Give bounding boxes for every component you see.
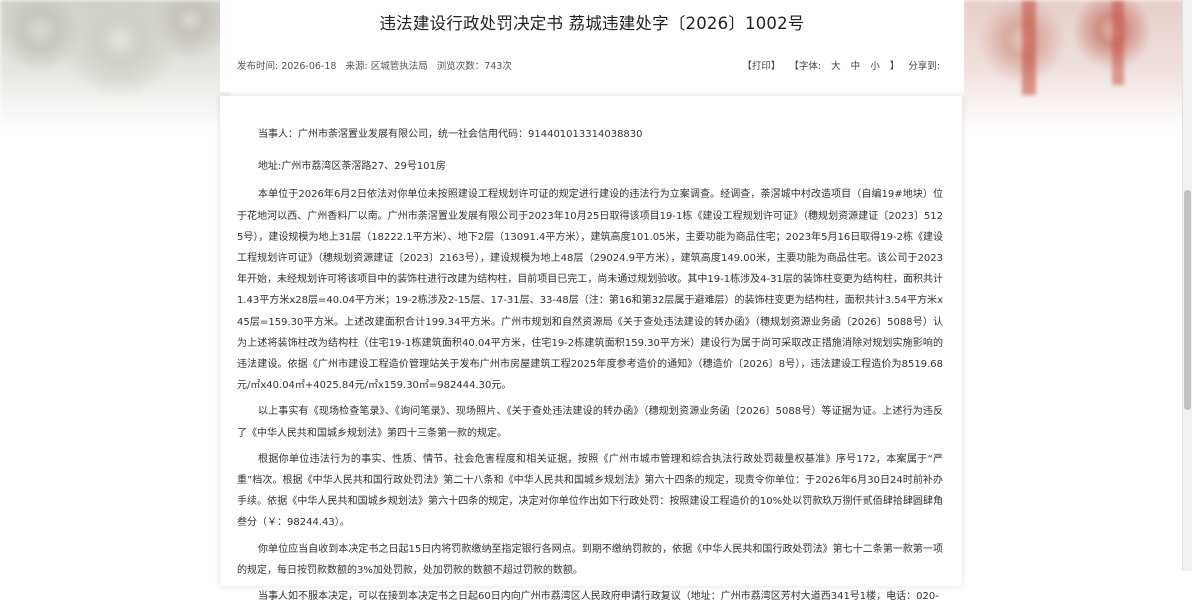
article-meta: 发布时间: 2026-06-18 来源: 区城管执法局 浏览次数：743次 <box>237 58 518 72</box>
banner-image-left <box>0 0 230 130</box>
font-size-label: 【字体: <box>789 61 822 72</box>
evidence-paragraph: 以上事实有《现场检查笔录》、《询问笔录》、现场照片、《关于查处违法建设的转办函》… <box>237 406 943 439</box>
penalty-paragraph: 根据你单位违法行为的事实、性质、情节、社会危害程度和相关证据，按照《广州市城市管… <box>237 453 943 529</box>
payment-paragraph: 你单位应当自收到本决定书之日起15日内将罚款缴纳至指定银行各网点。到期不缴纳罚款… <box>237 543 943 576</box>
vertical-scrollbar[interactable] <box>1182 0 1192 571</box>
font-size-close: 】 <box>889 61 900 72</box>
article-source: 来源: 区城管执法局 <box>345 61 428 72</box>
publish-time: 发布时间: 2026-06-18 <box>237 61 337 72</box>
banner-pillar <box>1112 0 1124 85</box>
article-header: 违法建设行政处罚决定书 荔城违建处字〔2026〕1002号 发布时间: 2026… <box>220 0 964 92</box>
article-tools: 【打印】 【字体: 大 中 小 】 分享到: <box>742 58 940 72</box>
appeal-paragraph: 当事人如不服本决定，可以在接到本决定书之日起60日内向广州市荔湾区人民政府申请行… <box>258 591 939 603</box>
page-title: 违法建设行政处罚决定书 荔城违建处字〔2026〕1002号 <box>379 14 805 33</box>
address-paragraph: 地址:广州市荔湾区荼滘路27、29号101房 <box>258 161 446 173</box>
font-medium-button[interactable]: 中 <box>851 61 861 72</box>
party-paragraph: 当事人：广州市荼滘置业发展有限公司，统一社会信用代码：9144010133140… <box>258 129 643 140</box>
article-content: 当事人：广州市荼滘置业发展有限公司，统一社会信用代码：9144010133140… <box>237 124 943 612</box>
print-button[interactable]: 【打印】 <box>742 61 780 72</box>
view-count: 浏览次数：743次 <box>436 61 512 72</box>
font-large-button[interactable]: 大 <box>831 61 841 72</box>
font-small-button[interactable]: 小 <box>870 61 880 72</box>
scrollbar-thumb[interactable] <box>1184 190 1191 410</box>
banner-image-right <box>962 0 1192 130</box>
article-body: 当事人：广州市荼滘置业发展有限公司，统一社会信用代码：9144010133140… <box>220 96 962 602</box>
facts-paragraph: 本单位于2026年6月2日依法对你单位未按照建设工程规划许可证的规定进行建设的违… <box>237 189 943 392</box>
share-label: 分享到: <box>908 61 940 72</box>
banner-pillar <box>1022 0 1036 95</box>
